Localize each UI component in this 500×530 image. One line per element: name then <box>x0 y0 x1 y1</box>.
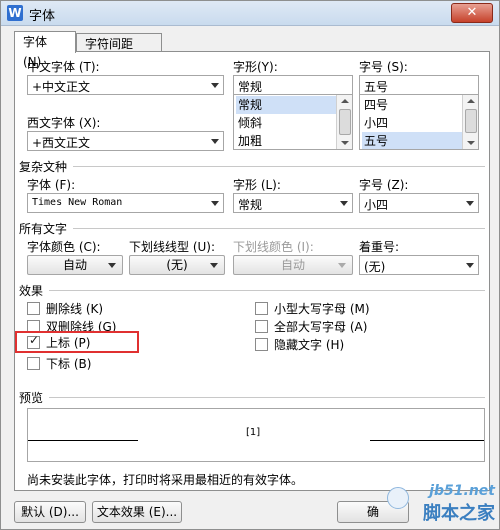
preview-section-title: 预览 <box>19 391 44 405</box>
style-option[interactable]: 常规 <box>236 96 336 114</box>
complex-style-select[interactable]: 常规 <box>233 193 353 213</box>
style-option[interactable]: 倾斜 <box>236 114 336 132</box>
western-font-label: 西文字体 (X): <box>27 116 101 130</box>
tab-char-spacing[interactable]: 字符间距 (R) <box>76 33 162 71</box>
section-divider <box>73 166 485 167</box>
chevron-down-icon <box>210 263 218 268</box>
section-divider <box>49 290 485 291</box>
complex-section-title: 复杂文种 <box>19 160 68 174</box>
chevron-down-icon <box>338 263 346 268</box>
size-option[interactable]: 四号 <box>362 96 462 114</box>
effects-section-title: 效果 <box>19 284 44 298</box>
title-bar: W 字体 ✕ <box>1 1 499 26</box>
complex-size-value: 小四 <box>364 198 389 212</box>
western-font-select[interactable]: +西文正文 <box>27 131 224 151</box>
checkbox-box[interactable] <box>27 302 40 315</box>
font-dialog: W 字体 ✕ 字体 (N) 字符间距 (R) 中文字体 (T): +中文正文 字… <box>0 0 500 530</box>
size-input[interactable]: 五号 <box>359 75 479 95</box>
scroll-thumb[interactable] <box>465 109 477 133</box>
emphasis-mark-label: 着重号: <box>359 240 400 254</box>
complex-style-value: 常规 <box>238 198 263 212</box>
style-scrollbar[interactable] <box>336 95 352 149</box>
superscript-highlight-box <box>15 331 139 353</box>
preview-box: [1] <box>27 408 485 462</box>
strikethrough-label: 删除线 (K) <box>46 302 104 316</box>
underline-color-label: 下划线颜色 (I): <box>233 240 314 254</box>
subscript-checkbox[interactable]: 下标 (B) <box>27 356 91 372</box>
size-option[interactable]: 小四 <box>362 114 462 132</box>
hidden-text-label: 隐藏文字 (H) <box>274 338 345 352</box>
size-label: 字号 (S): <box>359 60 408 74</box>
preview-text: [1] <box>246 427 261 438</box>
checkbox-box[interactable] <box>255 302 268 315</box>
style-input[interactable]: 常规 <box>233 75 353 95</box>
complex-font-select[interactable]: Times New Roman <box>27 193 224 213</box>
preview-baseline-right <box>370 440 484 441</box>
all-text-section-title: 所有文字 <box>19 222 68 236</box>
watermark-brand: 脚本之家 <box>423 503 495 524</box>
chevron-down-icon <box>340 201 348 206</box>
chevron-down-icon <box>211 201 219 206</box>
window-title: 字体 <box>29 9 56 24</box>
checkbox-box[interactable] <box>27 357 40 370</box>
scroll-up-icon[interactable] <box>341 99 349 103</box>
style-list[interactable]: 常规 倾斜 加粗 <box>233 94 353 150</box>
complex-font-value: Times New Roman <box>32 197 123 208</box>
section-divider <box>49 397 485 398</box>
hidden-text-checkbox[interactable]: 隐藏文字 (H) <box>255 337 344 353</box>
underline-style-value: (无) <box>166 258 188 272</box>
checkbox-box[interactable] <box>255 320 268 333</box>
scroll-thumb[interactable] <box>339 109 351 135</box>
watermark-site: jb51.net <box>429 483 495 499</box>
scroll-up-icon[interactable] <box>467 99 475 103</box>
underline-color-value: 自动 <box>280 258 305 272</box>
preview-baseline-left <box>28 440 138 441</box>
western-font-value: +西文正文 <box>32 136 91 150</box>
complex-size-select[interactable]: 小四 <box>359 193 479 213</box>
complex-style-label: 字形 (L): <box>233 178 281 192</box>
chinese-font-select[interactable]: +中文正文 <box>27 75 224 95</box>
font-color-label: 字体颜色 (C): <box>27 240 101 254</box>
emphasis-mark-select[interactable]: (无) <box>359 255 479 275</box>
checkbox-box[interactable] <box>255 338 268 351</box>
text-effect-button[interactable]: 文本效果 (E)... <box>92 501 182 523</box>
chevron-down-icon <box>466 201 474 206</box>
size-scrollbar[interactable] <box>462 95 478 149</box>
font-color-value: 自动 <box>62 258 87 272</box>
style-option[interactable]: 加粗 <box>236 132 336 149</box>
size-list[interactable]: 四号 小四 五号 <box>359 94 479 150</box>
style-label: 字形(Y): <box>233 60 278 74</box>
complex-font-label: 字体 (F): <box>27 178 76 192</box>
watermark: jb51.net 脚本之家 <box>423 483 495 525</box>
small-caps-checkbox[interactable]: 小型大写字母 (M) <box>255 301 370 317</box>
small-caps-label: 小型大写字母 (M) <box>274 302 370 316</box>
chinese-font-value: +中文正文 <box>32 80 91 94</box>
wps-app-icon: W <box>7 5 23 21</box>
scroll-down-icon[interactable] <box>341 141 349 145</box>
chevron-down-icon <box>466 263 474 268</box>
complex-size-label: 字号 (Z): <box>359 178 409 192</box>
subscript-label: 下标 (B) <box>46 357 92 371</box>
all-caps-label: 全部大写字母 (A) <box>274 320 368 334</box>
all-caps-checkbox[interactable]: 全部大写字母 (A) <box>255 319 367 335</box>
font-color-select[interactable]: 自动 <box>27 255 123 275</box>
chevron-down-icon <box>211 83 219 88</box>
chevron-down-icon <box>108 263 116 268</box>
chevron-down-icon <box>211 139 219 144</box>
emphasis-mark-value: (无) <box>364 260 386 274</box>
font-warning-note: 尚未安装此字体，打印时将采用最相近的有效字体。 <box>27 473 304 487</box>
close-button[interactable]: ✕ <box>451 3 493 23</box>
watermark-logo-icon <box>387 487 409 509</box>
underline-style-select[interactable]: (无) <box>129 255 225 275</box>
tab-font[interactable]: 字体 (N) <box>14 31 76 69</box>
scroll-down-icon[interactable] <box>467 141 475 145</box>
default-button[interactable]: 默认 (D)... <box>14 501 86 523</box>
size-option[interactable]: 五号 <box>362 132 462 149</box>
underline-color-select: 自动 <box>233 255 353 275</box>
strikethrough-checkbox[interactable]: 删除线 (K) <box>27 301 103 317</box>
underline-style-label: 下划线线型 (U): <box>129 240 216 254</box>
section-divider <box>73 228 485 229</box>
